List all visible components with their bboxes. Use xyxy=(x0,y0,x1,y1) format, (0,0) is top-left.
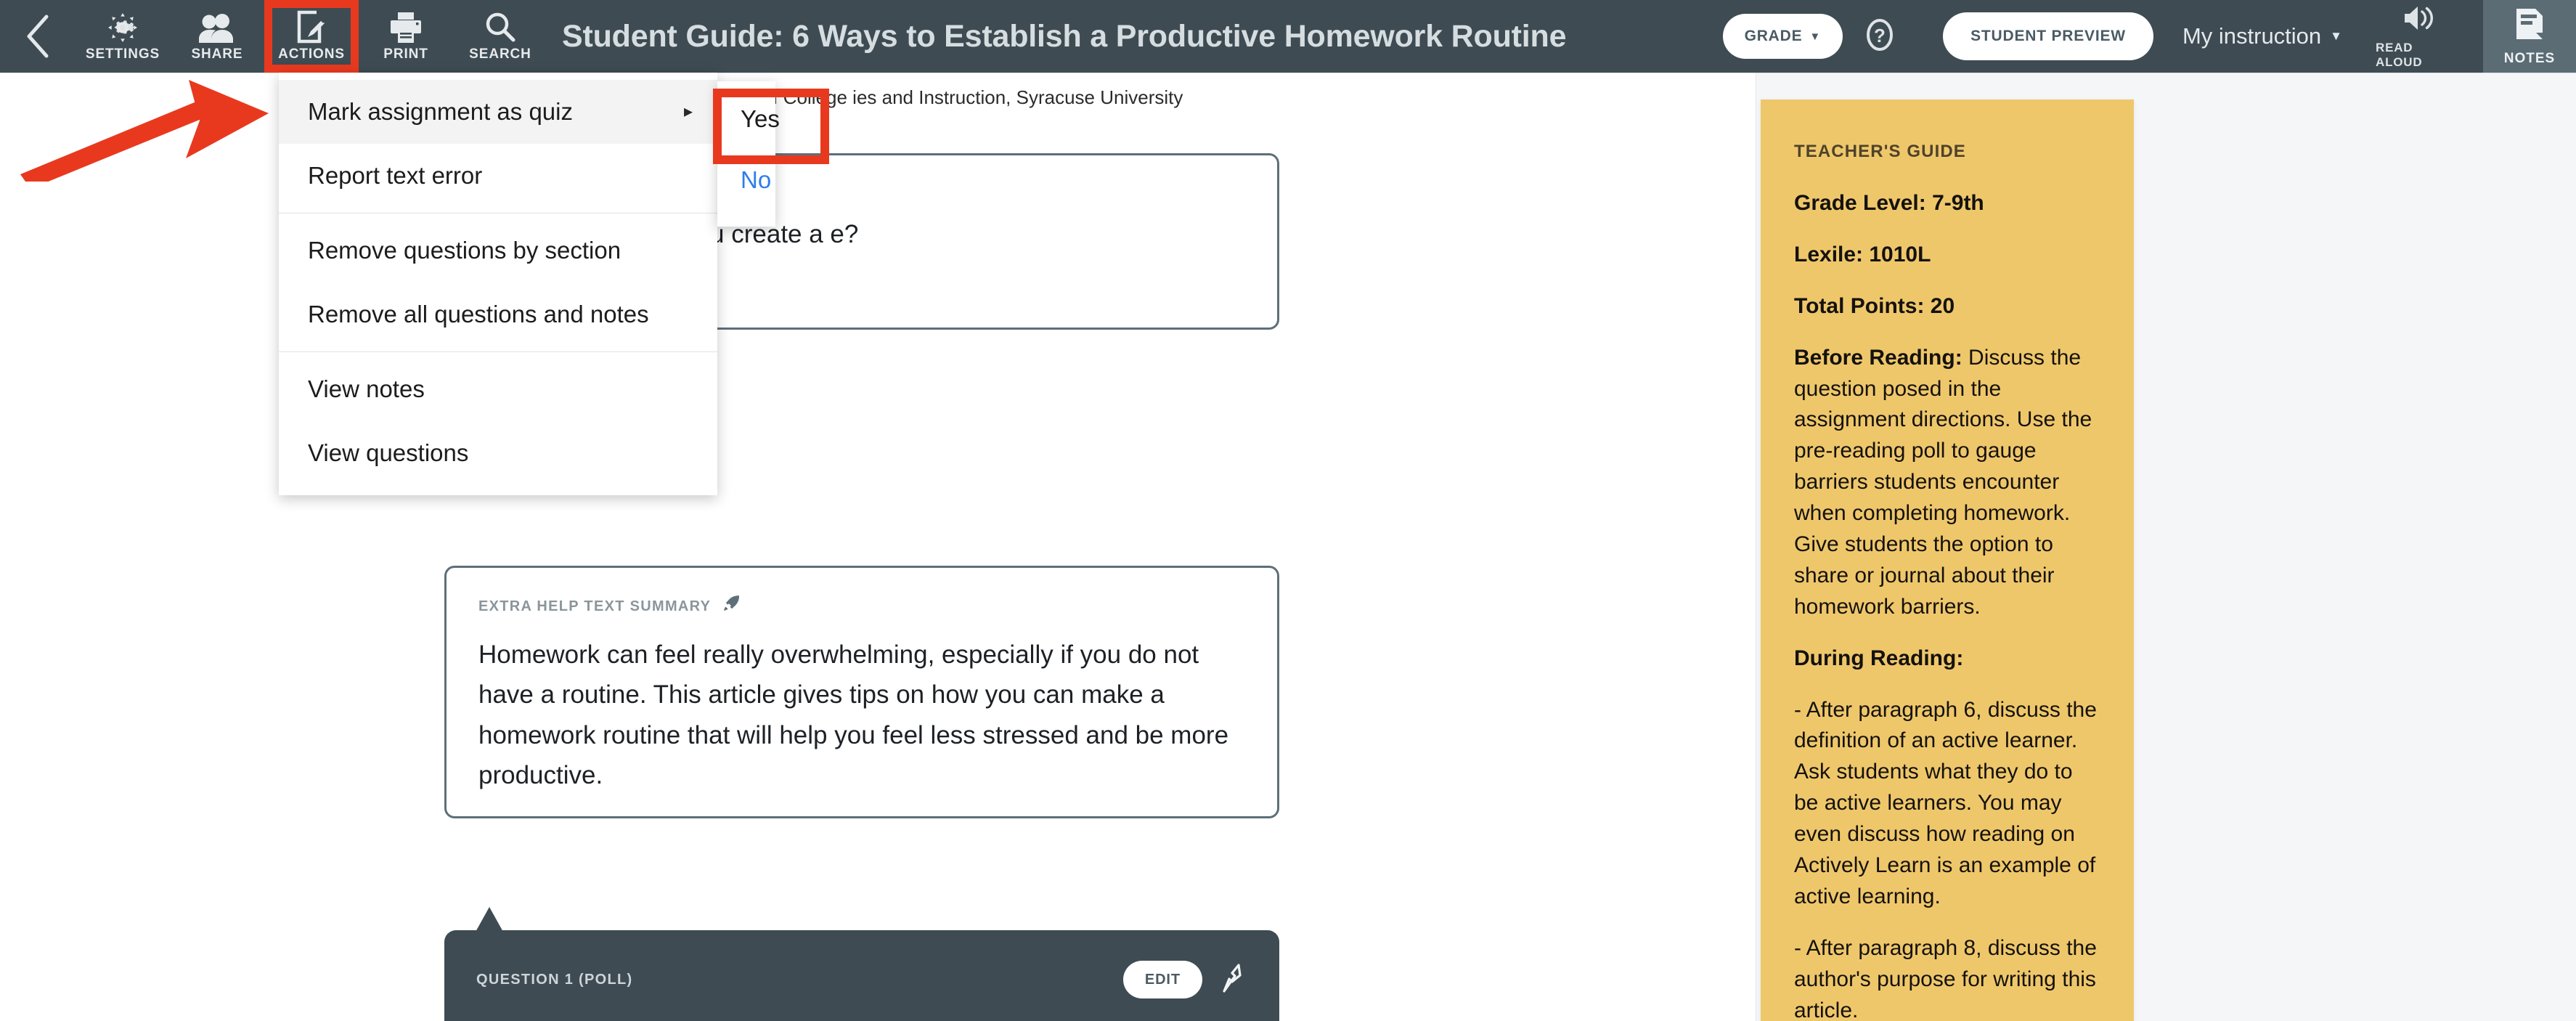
student-preview-button[interactable]: STUDENT PREVIEW xyxy=(1943,12,2153,60)
toolbar-label-settings: SETTINGS xyxy=(85,46,160,62)
submenu-item-yes[interactable]: Yes xyxy=(717,89,780,150)
edit-question-button[interactable]: EDIT xyxy=(1122,961,1202,998)
menu-item-label: Remove all questions and notes xyxy=(308,301,649,328)
menu-item-label: Report text error xyxy=(308,162,483,189)
toolbar-button-settings[interactable]: SETTINGS xyxy=(76,0,170,73)
question-card-header: QUESTION 1 (POLL) EDIT xyxy=(476,961,1247,998)
menu-item-label: View notes xyxy=(308,375,425,402)
magnifier-icon xyxy=(484,12,517,44)
menu-item-label: View questions xyxy=(308,439,469,466)
back-button[interactable] xyxy=(0,0,76,73)
toolbar-label-search: SEARCH xyxy=(469,46,531,62)
toolbar-label-share: SHARE xyxy=(191,46,243,62)
gear-icon xyxy=(106,12,139,44)
notes-label: NOTES xyxy=(2503,50,2556,66)
question-card-tail xyxy=(475,907,504,933)
grade-label: GRADE xyxy=(1744,28,1803,44)
my-instruction-label: My instruction xyxy=(2182,23,2322,49)
document-pencil-icon xyxy=(295,10,328,44)
menu-item-label: Remove questions by section xyxy=(308,237,621,264)
menu-item-view-notes[interactable]: View notes xyxy=(279,357,717,421)
actions-dropdown-menu: Mark assignment as quiz ▸ Report text er… xyxy=(279,73,717,495)
question-label: QUESTION 1 (POLL) xyxy=(476,971,633,988)
toolbar-label-print: PRINT xyxy=(383,46,428,62)
teacher-guide-paragraph: Before Reading: Discuss the question pos… xyxy=(1794,345,2092,619)
read-aloud-button[interactable]: READ ALOUD xyxy=(2376,4,2463,70)
menu-item-remove-all-questions-and-notes[interactable]: Remove all questions and notes xyxy=(279,282,717,346)
extra-help-summary-text: Homework can feel really overwhelming, e… xyxy=(478,640,1229,789)
printer-icon xyxy=(388,12,423,44)
my-instruction-dropdown[interactable]: My instruction ▼ xyxy=(2182,23,2342,49)
mark-as-quiz-submenu: Yes No xyxy=(717,81,780,227)
teacher-guide-card: TEACHER'S GUIDE Grade Level: 7-9th Lexil… xyxy=(1761,99,2134,1021)
people-icon xyxy=(197,12,237,44)
teacher-guide-paragraph: - After paragraph 6, discuss the definit… xyxy=(1794,697,2097,908)
toolbar-label-actions: ACTIONS xyxy=(278,46,345,62)
toolbar-button-search[interactable]: SEARCH xyxy=(453,0,547,73)
reading-area: Nieroda-Madden, Assistant Professor of C… xyxy=(0,73,1756,1021)
chevron-down-icon: ▼ xyxy=(2330,29,2342,43)
toolbar-tool-group: SETTINGS SHARE ACTIONS PRINT SEARCH xyxy=(76,0,547,73)
notes-page-icon xyxy=(2513,7,2546,45)
notes-button[interactable]: NOTES xyxy=(2483,0,2576,73)
menu-divider xyxy=(279,351,717,352)
app-root: SETTINGS SHARE ACTIONS PRINT SEARCH Stud… xyxy=(0,0,2576,1021)
header-right-controls: GRADE ▼ ? STUDENT PREVIEW My instruction… xyxy=(1722,0,2576,73)
chevron-left-icon xyxy=(23,14,52,59)
menu-item-label: Mark assignment as quiz xyxy=(308,98,573,125)
menu-item-remove-questions-by-section[interactable]: Remove questions by section xyxy=(279,219,717,282)
question-card: QUESTION 1 (POLL) EDIT xyxy=(444,930,1279,1021)
teacher-guide-paragraph: Lexile: 1010L xyxy=(1794,242,1931,267)
help-button[interactable]: ? xyxy=(1860,17,1899,56)
toolbar-button-print[interactable]: PRINT xyxy=(359,0,453,73)
teacher-guide-panel: TEACHER'S GUIDE Grade Level: 7-9th Lexil… xyxy=(1756,73,2576,1021)
grade-dropdown-button[interactable]: GRADE ▼ xyxy=(1722,14,1843,59)
extra-help-summary-card: EXTRA HELP TEXT SUMMARY Homework can fee… xyxy=(444,566,1279,818)
chevron-right-icon: ▸ xyxy=(683,102,693,121)
rocket-icon xyxy=(721,594,741,619)
toolbar-button-actions[interactable]: ACTIONS xyxy=(264,0,359,73)
teacher-guide-paragraph: Total Points: 20 xyxy=(1794,293,1955,318)
teacher-guide-title: TEACHER'S GUIDE xyxy=(1794,142,1966,161)
question-circle-icon: ? xyxy=(1862,17,1898,57)
read-aloud-label: READ ALOUD xyxy=(2376,40,2423,69)
speaker-icon xyxy=(2402,4,2437,36)
teacher-guide-paragraph: Grade Level: 7-9th xyxy=(1794,191,1984,215)
teacher-guide-paragraph: During Reading: xyxy=(1794,646,1964,670)
submenu-item-no[interactable]: No xyxy=(717,150,775,211)
menu-item-view-questions[interactable]: View questions xyxy=(279,421,717,485)
menu-item-report-text-error[interactable]: Report text error xyxy=(279,144,717,208)
pin-icon[interactable] xyxy=(1218,962,1247,998)
student-preview-label: STUDENT PREVIEW xyxy=(1970,28,2126,44)
extra-help-summary-label: EXTRA HELP TEXT SUMMARY xyxy=(478,594,1245,619)
top-toolbar: SETTINGS SHARE ACTIONS PRINT SEARCH Stud… xyxy=(0,0,2576,73)
toolbar-button-share[interactable]: SHARE xyxy=(170,0,264,73)
svg-text:?: ? xyxy=(1874,25,1886,46)
page-title: Student Guide: 6 Ways to Establish a Pro… xyxy=(562,18,1567,54)
teacher-guide-paragraph: - After paragraph 8, discuss the author'… xyxy=(1794,935,2097,1021)
chevron-down-icon: ▼ xyxy=(1809,30,1822,43)
menu-item-mark-assignment-as-quiz[interactable]: Mark assignment as quiz ▸ xyxy=(279,80,717,144)
question-card-actions: EDIT xyxy=(1122,961,1247,998)
